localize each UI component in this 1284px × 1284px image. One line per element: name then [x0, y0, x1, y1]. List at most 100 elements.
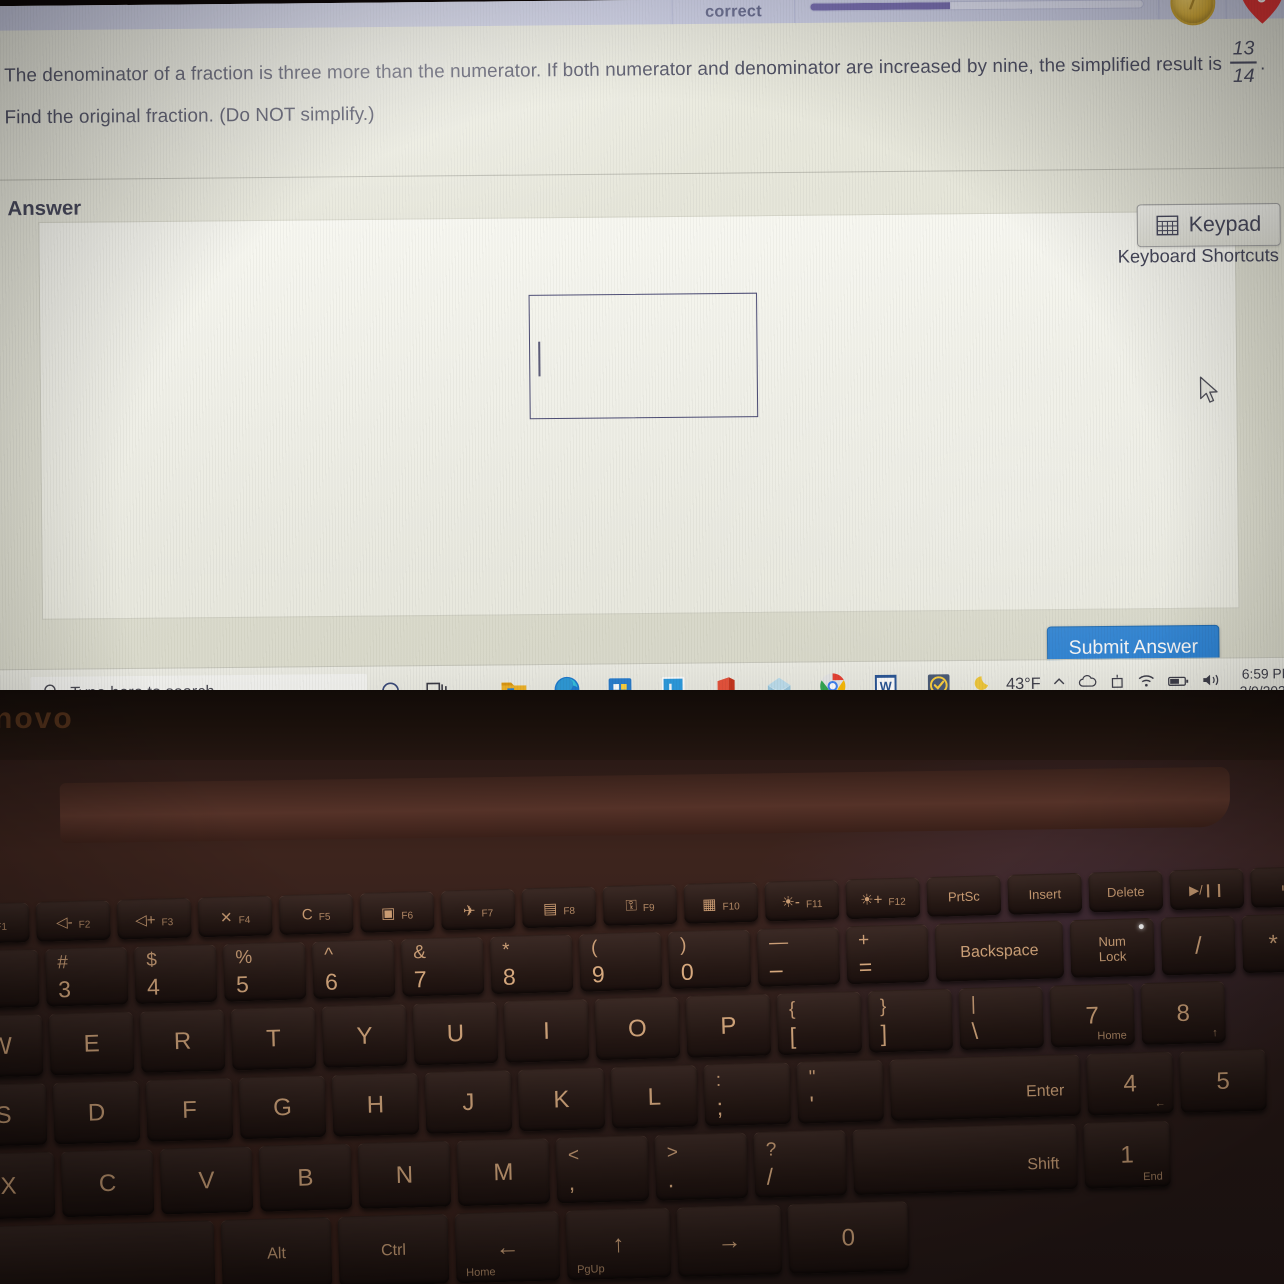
- key--[interactable]: ⏮: [1250, 865, 1284, 909]
- hearts-count-label: 0: [1256, 0, 1267, 8]
- key-numpad-5[interactable]: 5: [1179, 1048, 1267, 1114]
- key-prtsc[interactable]: PrtSc: [926, 874, 1002, 918]
- key-punct-period[interactable]: >.: [654, 1132, 749, 1201]
- heart-icon: 0: [1238, 0, 1284, 26]
- coin-icon: /: [1169, 0, 1215, 26]
- key-c[interactable]: C: [60, 1148, 155, 1218]
- key-g[interactable]: G: [238, 1074, 327, 1140]
- key-f8[interactable]: ▤ F8: [521, 886, 597, 929]
- key-bracket-\[interactable]: | \: [958, 985, 1045, 1051]
- clock-time: 6:59 PM: [1241, 665, 1284, 682]
- key-f10[interactable]: ▦ F10: [683, 881, 759, 924]
- lenovo-brand-logo: novo: [0, 702, 74, 735]
- key-u[interactable]: U: [412, 1001, 499, 1066]
- key-arrow-2[interactable]: →: [676, 1204, 783, 1278]
- laptop-keyboard: ◁F1◁-F2◁+F3✕F4CF5▣F6✈F7▤F8⚿F9▦F10☀-F11☀+…: [0, 865, 1284, 1284]
- key-2[interactable]: @2: [0, 948, 40, 1010]
- key-f6[interactable]: ▣ F6: [359, 890, 435, 933]
- question-text: The denominator of a fraction is three m…: [4, 37, 1276, 135]
- key-l[interactable]: L: [610, 1064, 699, 1129]
- keypad-button[interactable]: Keypad: [1136, 202, 1281, 248]
- key-numpad-4[interactable]: 4 ←: [1086, 1051, 1174, 1116]
- progress-bar: [809, 0, 1144, 12]
- key-3[interactable]: #3: [44, 946, 129, 1007]
- key-–[interactable]: — –: [756, 926, 841, 987]
- key-b[interactable]: B: [258, 1143, 353, 1212]
- fraction-13-14: 13 14: [1230, 37, 1257, 88]
- key-ctrl[interactable]: Ctrl: [337, 1213, 450, 1284]
- key-6[interactable]: ^ 6: [311, 938, 396, 1000]
- question-text-part1: The denominator of a fraction is three m…: [4, 52, 1223, 86]
- keyboard-shortcuts-link[interactable]: Keyboard Shortcuts: [1118, 245, 1279, 268]
- key-f9[interactable]: ⚿ F9: [602, 884, 678, 927]
- key-f12[interactable]: ☀+ F12: [845, 877, 921, 920]
- key-w[interactable]: W: [0, 1013, 44, 1079]
- key-8[interactable]: * 8: [489, 933, 574, 995]
- key-num-lock[interactable]: Num Lock: [1069, 917, 1156, 979]
- key-numpad-multiply[interactable]: *: [1241, 913, 1284, 974]
- key-alt[interactable]: Alt: [220, 1216, 333, 1284]
- key-i[interactable]: I: [503, 998, 590, 1063]
- key-delete[interactable]: Delete: [1088, 870, 1164, 913]
- key-v[interactable]: V: [159, 1146, 254, 1215]
- key--[interactable]: ▶/❙❙: [1169, 868, 1245, 911]
- fraction-numerator: 13: [1232, 37, 1255, 60]
- key-punct-comma[interactable]: <,: [555, 1134, 650, 1204]
- screenshot-root: correct / 0 The denominator of a fractio…: [0, 0, 1284, 1284]
- key-f5[interactable]: C F5: [278, 893, 354, 936]
- key-punct-slash[interactable]: ? /: [753, 1129, 848, 1198]
- key-7[interactable]: & 7: [400, 936, 485, 997]
- key-e[interactable]: E: [48, 1011, 135, 1076]
- key-bracket-][interactable]: }]: [867, 988, 954, 1053]
- key-s[interactable]: S: [0, 1082, 48, 1148]
- key-t[interactable]: T: [230, 1006, 317, 1071]
- key-p[interactable]: P: [685, 993, 772, 1058]
- key-f7[interactable]: ✈ F7: [440, 888, 516, 931]
- key-f11[interactable]: ☀- F11: [764, 879, 840, 922]
- laptop-screen: correct / 0 The denominator of a fractio…: [0, 0, 1284, 721]
- key-x[interactable]: X: [0, 1151, 56, 1221]
- key-numpad-1[interactable]: 1 End: [1083, 1120, 1172, 1189]
- key-arrow-0[interactable]: ← Home: [454, 1210, 561, 1284]
- key-y[interactable]: Y: [321, 1003, 408, 1068]
- answer-input-field[interactable]: [528, 292, 759, 420]
- keypad-button-label: Keypad: [1188, 212, 1262, 237]
- fraction-denominator: 14: [1232, 65, 1255, 88]
- key-punct-'[interactable]: " ': [796, 1059, 885, 1124]
- key-enter[interactable]: Enter: [889, 1053, 1082, 1122]
- key-f4[interactable]: ✕ F4: [197, 895, 273, 938]
- key-f1[interactable]: ◁F1: [0, 902, 30, 945]
- key-=[interactable]: + =: [845, 924, 930, 985]
- key-o[interactable]: O: [594, 996, 681, 1061]
- hearts-counter[interactable]: 0: [1225, 0, 1284, 24]
- key-0[interactable]: ) 0: [667, 929, 752, 990]
- key-backspace[interactable]: Backspace: [934, 920, 1065, 982]
- key-f3[interactable]: ◁+ F3: [116, 897, 192, 940]
- key-arrow-1[interactable]: ↑ PgUp: [565, 1207, 672, 1281]
- key-numpad-7[interactable]: 7 Home: [1049, 983, 1136, 1048]
- mouse-pointer-icon: [1198, 376, 1221, 405]
- key-bracket-[[interactable]: {[: [776, 990, 863, 1056]
- key-numpad-divide[interactable]: /: [1160, 915, 1237, 976]
- key-r[interactable]: R: [139, 1008, 226, 1074]
- key-numpad-0[interactable]: 0: [787, 1200, 910, 1275]
- key-5[interactable]: % 5: [222, 941, 307, 1002]
- key-shift-right[interactable]: Shift: [852, 1122, 1079, 1196]
- key-numpad-8[interactable]: 8 ↑: [1140, 980, 1227, 1046]
- coin-counter[interactable]: /: [1158, 0, 1226, 26]
- key-f[interactable]: F: [145, 1077, 234, 1142]
- key-insert[interactable]: Insert: [1007, 872, 1083, 915]
- fraction-bar: [1230, 61, 1257, 64]
- key-spacebar[interactable]: [0, 1220, 216, 1284]
- key-f2[interactable]: ◁- F2: [35, 899, 111, 942]
- key-m[interactable]: M: [456, 1137, 551, 1207]
- key-punct-;[interactable]: :;: [703, 1061, 792, 1127]
- key-j[interactable]: J: [424, 1069, 513, 1135]
- key-9[interactable]: (9: [578, 931, 663, 992]
- key-4[interactable]: $4: [133, 943, 218, 1005]
- calculator-grid-icon: [1156, 215, 1179, 236]
- key-h[interactable]: H: [331, 1072, 420, 1137]
- key-n[interactable]: N: [357, 1140, 452, 1210]
- key-d[interactable]: D: [52, 1080, 141, 1145]
- key-k[interactable]: K: [517, 1067, 606, 1132]
